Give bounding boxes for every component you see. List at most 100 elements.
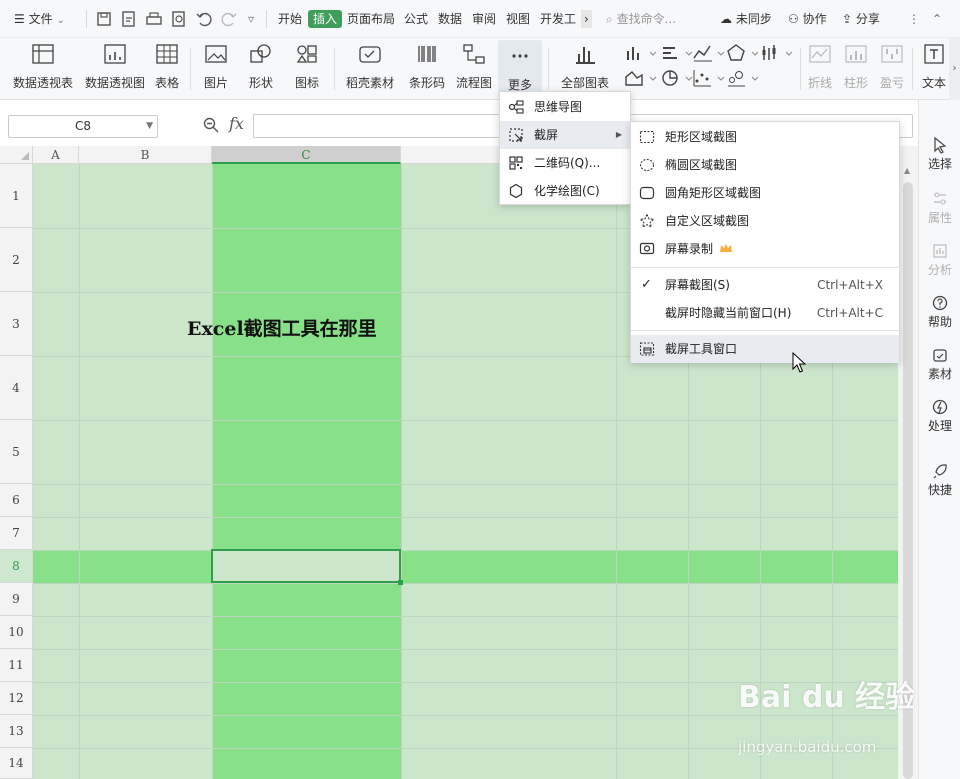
ribbon-scroll-right-icon[interactable]: › (949, 38, 960, 100)
row-header[interactable]: 1 (0, 164, 33, 228)
divider (548, 48, 549, 90)
hide-window-capture-item[interactable]: 截屏时隐藏当前窗口(H) Ctrl+Alt+C (631, 299, 899, 327)
save-icon[interactable] (94, 9, 114, 29)
screen-record-item[interactable]: 屏幕录制 (631, 235, 899, 263)
cell-text: Excel截图工具在那里 (187, 318, 377, 340)
sidebar-item-shortcuts[interactable]: 快捷 (919, 462, 960, 498)
sidebar-item-assets[interactable]: 素材 (919, 346, 960, 382)
active-cell[interactable] (211, 549, 403, 585)
row-header[interactable]: 3 (0, 292, 33, 356)
gridline (33, 484, 898, 485)
row-header[interactable]: 7 (0, 517, 33, 550)
undo-icon[interactable] (194, 9, 214, 29)
sidebar-item-analysis[interactable]: 分析 (919, 242, 960, 278)
sidebar-item-properties[interactable]: 属性 (919, 190, 960, 226)
share-button[interactable]: ⇪ 分享 (842, 10, 880, 28)
rectangle-capture-item[interactable]: 矩形区域截图 (631, 123, 899, 151)
sparkline-winloss-icon (881, 45, 903, 63)
more-button[interactable]: 更多 (498, 40, 542, 98)
tab-insert[interactable]: 插入 (308, 10, 343, 28)
column-header-a[interactable]: A (33, 146, 79, 164)
select-all-corner[interactable] (0, 146, 33, 164)
all-charts-button[interactable]: 全部图表 (554, 42, 616, 96)
row-header[interactable]: 6 (0, 484, 33, 517)
ellipse-capture-item[interactable]: 椭圆区域截图 (631, 151, 899, 179)
line-chart-icon[interactable] (692, 43, 728, 63)
tab-data[interactable]: 数据 (438, 10, 462, 28)
fill-handle[interactable] (398, 580, 403, 585)
row-header[interactable]: 11 (0, 649, 33, 682)
pivot-chart-button[interactable]: 数据透视图 (82, 42, 148, 96)
print-preview-icon[interactable] (169, 9, 189, 29)
chemistry-drawing-item[interactable]: 化学绘图(C) (500, 177, 630, 205)
tab-review[interactable]: 审阅 (472, 10, 496, 28)
screenshot-tool-window-item[interactable]: 截屏工具窗口 (631, 335, 899, 363)
row-header[interactable]: 9 (0, 583, 33, 616)
sidebar-item-select[interactable]: 选择 (919, 136, 960, 172)
screenshot-icon (509, 128, 523, 142)
row-header[interactable]: 13 (0, 715, 33, 748)
shapes-icon (250, 44, 271, 63)
row-header[interactable]: 10 (0, 616, 33, 649)
row-header[interactable]: 4 (0, 356, 33, 420)
sidebar-item-process[interactable]: 处理 (919, 398, 960, 434)
function-icon[interactable]: fx (229, 114, 244, 133)
radar-chart-icon[interactable] (726, 43, 762, 63)
screenshot-item[interactable]: 截屏 ▶ (500, 121, 630, 149)
bubble-chart-icon[interactable] (726, 68, 762, 88)
shapes-button[interactable]: 形状 (241, 42, 281, 96)
sparkline-column-button[interactable]: 柱形 (840, 42, 872, 96)
more-options-icon[interactable]: ⋮ (908, 10, 920, 28)
collapse-ribbon-icon[interactable]: ⌃ (932, 10, 942, 28)
zoom-icon[interactable] (202, 116, 220, 134)
docer-assets-button[interactable]: 稻壳素材 (342, 42, 398, 96)
row-header[interactable]: 5 (0, 420, 33, 484)
mind-map-item[interactable]: 思维导图 (500, 93, 630, 121)
table-button[interactable]: 表格 (152, 42, 182, 96)
tab-view[interactable]: 视图 (506, 10, 530, 28)
icons-button[interactable]: 图标 (287, 42, 327, 96)
customize-quick-access-icon[interactable]: ▿ (248, 10, 254, 28)
column-header-b[interactable]: B (79, 146, 212, 164)
dashed-ellipse-icon (639, 158, 655, 172)
export-pdf-icon[interactable] (119, 9, 139, 29)
name-box[interactable]: C8 ▼ (8, 115, 158, 138)
tab-home[interactable]: 开始 (278, 10, 302, 28)
picture-button[interactable]: 图片 (197, 42, 235, 96)
tab-page-layout[interactable]: 页面布局 (347, 10, 395, 28)
tab-developer[interactable]: 开发工 (540, 10, 576, 28)
rounded-rectangle-capture-item[interactable]: 圆角矩形区域截图 (631, 179, 899, 207)
sparkline-winloss-button[interactable]: 盈亏 (876, 42, 908, 96)
row-header[interactable]: 12 (0, 682, 33, 715)
bar-horizontal-chart-icon[interactable] (660, 43, 696, 63)
pivot-table-button[interactable]: 数据透视表 (10, 42, 76, 96)
stock-chart-icon[interactable] (760, 43, 796, 63)
collaborate-button[interactable]: ⚇ 协作 (788, 10, 827, 28)
column-header-c[interactable]: C (212, 146, 401, 164)
command-search[interactable]: ⌕ 查找命令... (606, 9, 706, 29)
file-menu[interactable]: ☰ 文件 ⌄ (14, 10, 65, 28)
column-chart-icon[interactable] (624, 43, 660, 63)
flowchart-button[interactable]: 流程图 (454, 42, 494, 96)
sidebar-item-help[interactable]: 帮助 (919, 294, 960, 330)
pivot-table-icon (32, 44, 54, 64)
scatter-chart-icon[interactable] (692, 68, 728, 88)
row-header[interactable]: 14 (0, 748, 33, 779)
more-tabs-chevron-icon[interactable]: › (581, 10, 592, 28)
row-header-selected[interactable]: 8 (0, 550, 33, 583)
scroll-up-icon[interactable]: ▲ (904, 166, 910, 175)
tab-formulas[interactable]: 公式 (404, 10, 428, 28)
pie-chart-icon[interactable] (660, 68, 696, 88)
area-chart-icon[interactable] (624, 68, 660, 88)
divider (266, 10, 267, 28)
redo-icon[interactable] (219, 9, 239, 29)
sync-status[interactable]: ☁ 未同步 (720, 10, 772, 28)
custom-capture-item[interactable]: 自定义区域截图 (631, 207, 899, 235)
sparkline-line-button[interactable]: 折线 (804, 42, 836, 96)
qr-code-item[interactable]: 二维码(Q)... (500, 149, 630, 177)
text-button[interactable]: 文本 (918, 42, 950, 96)
row-header[interactable]: 2 (0, 228, 33, 292)
screen-capture-item[interactable]: ✓ 屏幕截图(S) Ctrl+Alt+X (631, 271, 899, 299)
barcode-button[interactable]: 条形码 (404, 42, 450, 96)
print-icon[interactable] (144, 9, 164, 29)
